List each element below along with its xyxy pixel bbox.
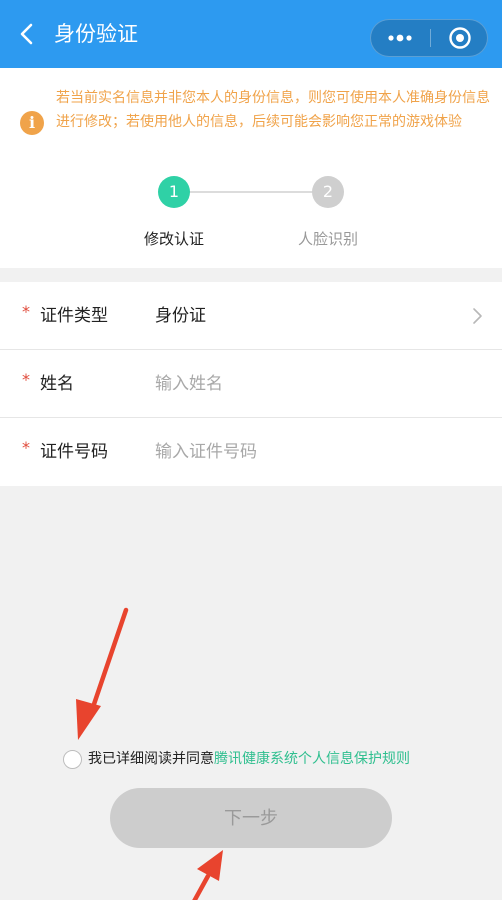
step-connector [189,191,313,193]
agreement-prefix: 我已详细阅读并同意 [88,751,214,767]
agreement-checkbox[interactable] [63,750,82,769]
arrow-to-next-button [192,850,223,900]
page-title: 身份验证 [54,22,138,46]
required-mark: * [22,370,30,389]
notice-text: 若当前实名信息并非您本人的身份信息，则您可使用本人准确身份信息进行修改；若使用他… [56,90,490,130]
more-button[interactable] [371,20,429,56]
id-number-input[interactable] [155,436,475,468]
name-row: * 姓名 [0,350,502,418]
navbar: 身份验证 [0,0,502,68]
id-number-label: 证件号码 [40,442,108,462]
more-dots-icon [388,34,412,42]
name-input[interactable] [155,368,475,400]
required-mark: * [22,438,30,457]
next-step-button[interactable]: 下一步 [110,788,392,848]
info-icon: i [20,111,44,135]
privacy-rules-link[interactable]: 腾讯健康系统个人信息保护规则 [214,751,410,767]
step-1-indicator: 1 [158,176,190,208]
step-2-label: 人脸识别 [297,230,358,248]
back-button[interactable] [14,20,42,48]
target-close-icon [449,27,471,49]
agreement-text: 我已详细阅读并同意腾讯健康系统个人信息保护规则 [88,748,410,770]
step-2-indicator: 2 [312,176,344,208]
identity-form: * 证件类型 身份证 * 姓名 * 证件号码 [0,282,502,486]
id-type-row[interactable]: * 证件类型 身份证 [0,282,502,350]
close-mini-program-button[interactable] [431,20,489,56]
id-number-row: * 证件号码 [0,418,502,486]
mini-program-capsule [370,19,488,57]
chevron-left-icon [20,23,33,45]
step-1-label: 修改认证 [143,230,204,248]
notice-card: i 若当前实名信息并非您本人的身份信息，则您可使用本人准确身份信息进行修改；若使… [0,68,502,268]
chevron-right-icon [473,308,482,324]
name-label: 姓名 [40,374,74,394]
id-type-label: 证件类型 [40,306,108,326]
id-type-value[interactable]: 身份证 [155,304,206,328]
required-mark: * [22,302,30,321]
arrow-to-checkbox [76,607,129,740]
